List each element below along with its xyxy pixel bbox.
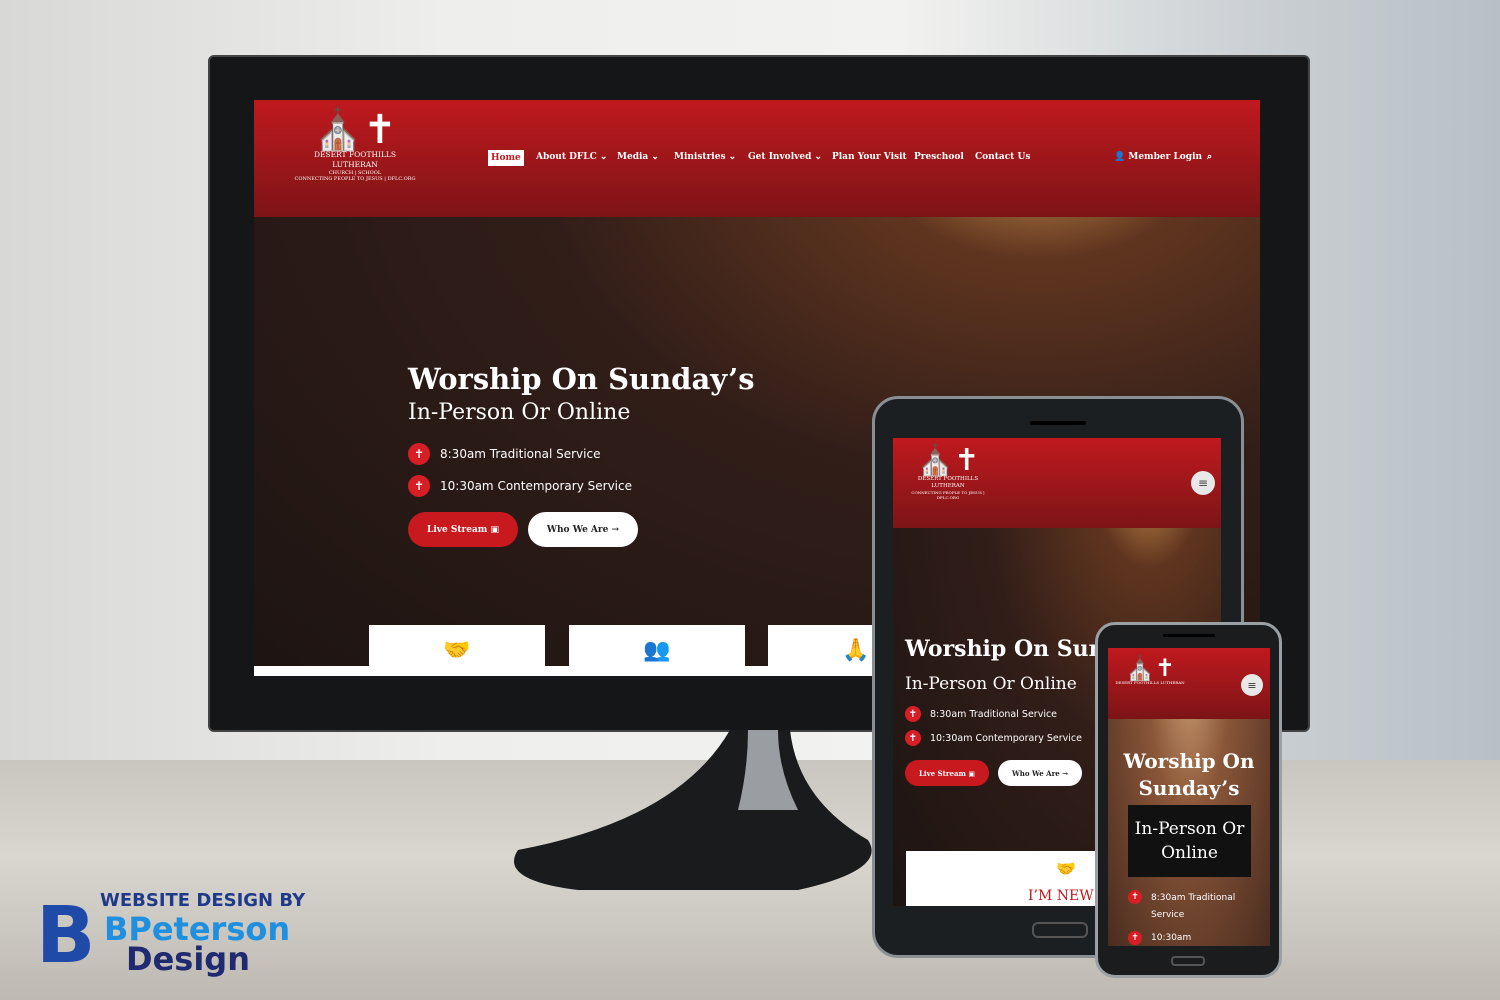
service-item: ✝ 8:30am Traditional Service	[408, 443, 600, 465]
cross-icon: ✝	[408, 475, 430, 497]
arrow-right-icon: →	[1062, 768, 1069, 778]
brand-b-logo: B	[36, 891, 96, 981]
who-we-are-button[interactable]: Who We Are →	[528, 512, 638, 547]
brand-line3: Design	[126, 940, 250, 978]
service-item: ✝ 10:30am Contemporary Service	[905, 730, 1082, 746]
user-icon: 👤	[1114, 152, 1126, 162]
logo-name: DESERT FOOTHILLS LUTHERAN	[917, 476, 979, 490]
menu-icon[interactable]: ≡	[1191, 471, 1215, 495]
live-stream-button[interactable]: Live Stream ▣	[408, 512, 518, 547]
logo-name: DESERT FOOTHILLS LUTHERAN	[1115, 680, 1185, 685]
tablet-home-button[interactable]	[1032, 922, 1088, 938]
service-text: 10:30am	[1151, 933, 1192, 943]
hero-title: Worship On Sunday’s	[408, 362, 755, 396]
brand-line1: WEBSITE DESIGN BY	[100, 890, 306, 911]
im-new-label: I’M NEW	[1028, 888, 1094, 904]
logo-name: DESERT FOOTHILLS LUTHERAN	[313, 150, 397, 169]
tablet-header: ⛪✝ DESERT FOOTHILLS LUTHERAN CONNECTING PE…	[893, 438, 1221, 528]
service-item: ✝ 8:30am Traditional Service	[905, 706, 1057, 722]
who-we-are-button[interactable]: Who We Are →	[998, 760, 1082, 786]
search-icon[interactable]: ⌕	[1207, 152, 1212, 162]
nav-home[interactable]: Home	[488, 150, 524, 166]
handshake-icon: 🤝	[443, 638, 471, 663]
phone-header: ⛪✝ DESERT FOOTHILLS LUTHERAN ≡	[1108, 648, 1270, 719]
monitor-stand	[514, 730, 872, 890]
service-text: 8:30am Traditional Service	[440, 447, 601, 461]
phone-home-button[interactable]	[1171, 956, 1205, 966]
service-line: 8:30am Traditional	[1151, 893, 1236, 903]
service-text: 10:30am Contemporary Service	[440, 479, 632, 493]
site-header: ⛪✝ DESERT FOOTHILLS LUTHERAN CHURCH | SC…	[254, 100, 1260, 217]
hero-title: Worship On Sunday’s	[1123, 749, 1255, 800]
service-line: Service	[1151, 910, 1185, 920]
service-item: ✝ 8:30am Traditional Service	[1128, 890, 1235, 924]
handshake-icon: 🤝	[1056, 859, 1076, 878]
menu-icon[interactable]: ≡	[1241, 674, 1263, 696]
cross-icon: ✝	[905, 706, 921, 722]
church-cross-icon: ⛪✝	[313, 107, 397, 153]
site-logo[interactable]: ⛪✝ DESERT FOOTHILLS LUTHERAN CONNECTING PE…	[901, 446, 995, 501]
member-login-label: Member Login	[1128, 152, 1203, 162]
service-text: 8:30am Traditional Service	[930, 708, 1058, 720]
live-stream-label: Live Stream	[919, 768, 966, 778]
video-icon: ▣	[968, 768, 975, 778]
nav-contact[interactable]: Contact Us	[975, 152, 1030, 162]
hero-subtitle: In-Person Or Online	[905, 674, 1077, 694]
live-stream-button[interactable]: Live Stream ▣	[905, 760, 989, 786]
service-text: 8:30am Traditional Service	[1151, 890, 1235, 924]
hero-subtitle: In-Person Or Online	[408, 400, 631, 425]
logo-tagline: CONNECTING PEOPLE TO JESUS | DFLC.ORG	[911, 490, 985, 501]
card-people[interactable]: 👥	[569, 625, 745, 676]
logo-tagline: CONNECTING PEOPLE TO JESUS | DFLC.ORG	[294, 176, 416, 182]
video-icon: ▣	[490, 524, 499, 535]
who-we-are-label: Who We Are	[1011, 768, 1060, 778]
service-item: ✝ 10:30am	[1128, 931, 1191, 945]
tablet-speaker	[1030, 421, 1086, 425]
card-handshake[interactable]: 🤝	[369, 625, 545, 676]
cross-icon: ✝	[905, 730, 921, 746]
nav-about[interactable]: About DFLC ⌄	[536, 152, 607, 162]
cross-icon: ✝	[1128, 890, 1142, 904]
site-logo[interactable]: ⛪✝ DESERT FOOTHILLS LUTHERAN CHURCH | SC…	[294, 110, 416, 183]
phone-screen: ⛪✝ DESERT FOOTHILLS LUTHERAN ≡ Worship On…	[1108, 648, 1270, 946]
praying-hands-icon: 🙏	[842, 638, 870, 663]
cross-icon: ✝	[408, 443, 430, 465]
live-stream-label: Live Stream	[427, 524, 488, 535]
service-item: ✝ 10:30am Contemporary Service	[408, 475, 632, 497]
nav-preschool[interactable]: Preschool	[914, 152, 964, 162]
nav-get-involved[interactable]: Get Involved ⌄	[748, 152, 822, 162]
service-text: 10:30am Contemporary Service	[930, 732, 1082, 744]
member-login[interactable]: 👤 Member Login	[1114, 152, 1202, 162]
church-cross-icon: ⛪✝	[1125, 654, 1175, 682]
arrow-right-icon: →	[611, 524, 620, 535]
nav-plan-visit[interactable]: Plan Your Visit	[832, 152, 907, 162]
church-cross-icon: ⛪✝	[916, 443, 980, 478]
hero-subtitle: In-Person Or Online	[1128, 805, 1251, 877]
nav-media[interactable]: Media ⌄	[617, 152, 659, 162]
nav-ministries[interactable]: Ministries ⌄	[674, 152, 736, 162]
cross-icon: ✝	[1128, 931, 1142, 945]
who-we-are-label: Who We Are	[546, 524, 609, 535]
phone-speaker	[1163, 634, 1215, 637]
site-logo[interactable]: ⛪✝ DESERT FOOTHILLS LUTHERAN	[1114, 656, 1186, 685]
people-icon: 👥	[643, 638, 671, 663]
